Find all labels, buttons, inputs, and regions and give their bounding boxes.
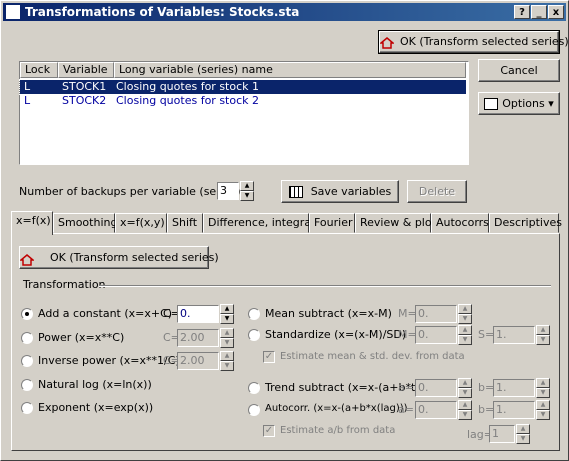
group-divider bbox=[99, 285, 551, 287]
radio-power[interactable] bbox=[21, 332, 33, 344]
ok-transform-panel-label: OK (Transform selected series) bbox=[50, 251, 219, 264]
param-s-label: S= bbox=[478, 328, 495, 341]
trend-b-input[interactable]: 1. bbox=[493, 379, 535, 397]
param-m-label: M= bbox=[398, 328, 417, 341]
tab-difference-integrate[interactable]: Difference, integrate bbox=[203, 213, 322, 233]
tab-x-f-x[interactable]: x=f(x) bbox=[11, 211, 53, 235]
radio-add-constant[interactable] bbox=[21, 308, 33, 320]
label-add-constant: Add a constant (x=x+C) bbox=[38, 307, 173, 320]
label-estimate-mean: Estimate mean & std. dev. from data bbox=[280, 351, 465, 362]
radio-natural-log[interactable] bbox=[21, 379, 33, 391]
ok-transform-panel-button[interactable]: OK (Transform selected series) bbox=[18, 246, 219, 269]
tab-smoothing[interactable]: Smoothing bbox=[53, 213, 117, 233]
row-name: Closing quotes for stock 1 bbox=[116, 80, 260, 93]
power-c-input[interactable]: 2.00 bbox=[177, 329, 219, 347]
ok-transform-label: OK (Transform selected series) bbox=[400, 35, 569, 48]
label-power: Power (x=x**C) bbox=[38, 331, 125, 344]
tab-fourier[interactable]: Fourier bbox=[309, 213, 355, 233]
house-icon bbox=[18, 252, 36, 266]
mean-m-input[interactable]: 0. bbox=[415, 305, 457, 323]
autocorr-b-input[interactable]: 1. bbox=[493, 401, 535, 419]
autocorr-a-spinner[interactable]: ▲ ▼ bbox=[458, 400, 472, 420]
tab-shift[interactable]: Shift bbox=[167, 213, 203, 233]
radio-autocorr[interactable] bbox=[248, 404, 260, 416]
trend-a-input[interactable]: 0. bbox=[415, 379, 457, 397]
row-variable: STOCK1 bbox=[62, 80, 107, 93]
label-inverse-power: Inverse power (x=x**1/C) bbox=[38, 354, 180, 367]
help-button[interactable]: ? bbox=[514, 5, 530, 19]
standardize-s-input[interactable]: 1. bbox=[493, 326, 535, 344]
autocorr-a-input[interactable]: 0. bbox=[415, 401, 457, 419]
window-title: Transformations of Variables: Stocks.sta bbox=[25, 5, 300, 19]
grid-icon bbox=[288, 186, 303, 198]
lag-spinner[interactable]: ▲ ▼ bbox=[516, 424, 530, 444]
power-c-spinner[interactable]: ▲ ▼ bbox=[220, 328, 234, 348]
constant-c-input[interactable]: 0. bbox=[177, 305, 219, 323]
inverse-power-c-spinner[interactable]: ▲ ▼ bbox=[220, 351, 234, 371]
save-variables-button[interactable]: Save variables bbox=[281, 180, 399, 203]
list-row[interactable]: L STOCK2 Closing quotes for stock 2 bbox=[20, 94, 466, 108]
label-exponent: Exponent (x=exp(x)) bbox=[38, 401, 154, 414]
title-bar[interactable]: Transformations of Variables: Stocks.sta… bbox=[3, 3, 566, 21]
transformation-group-label: Transformation bbox=[23, 278, 106, 291]
column-header-long-name[interactable]: Long variable (series) name bbox=[114, 62, 466, 78]
radio-standardize[interactable] bbox=[248, 329, 260, 341]
trend-b-spinner[interactable]: ▲ ▼ bbox=[536, 378, 550, 398]
constant-c-spinner[interactable]: ▲ ▼ bbox=[220, 304, 234, 324]
standardize-m-spinner[interactable]: ▲ ▼ bbox=[458, 325, 472, 345]
radio-mean-subtract[interactable] bbox=[248, 308, 260, 320]
column-header-variable[interactable]: Variable bbox=[58, 62, 114, 78]
param-a-label: a= bbox=[398, 381, 414, 394]
list-row[interactable]: L STOCK1 Closing quotes for stock 1 bbox=[19, 79, 467, 95]
radio-exponent[interactable] bbox=[21, 402, 33, 414]
param-b-label: b= bbox=[478, 403, 495, 416]
label-standardize: Standardize (x=(x-M)/SD) bbox=[265, 328, 407, 341]
tab-review-plot[interactable]: Review & plot bbox=[355, 213, 436, 233]
row-name: Closing quotes for stock 2 bbox=[116, 94, 260, 107]
radio-inverse-power[interactable] bbox=[21, 355, 33, 367]
checkbox-estimate-mean[interactable]: ✓ bbox=[263, 351, 275, 363]
tab-autocorrs[interactable]: Autocorrs bbox=[431, 213, 489, 233]
options-label: Options bbox=[502, 97, 545, 110]
label-estimate-ab: Estimate a/b from data bbox=[280, 425, 396, 436]
options-icon bbox=[484, 98, 499, 110]
param-b-label: b= bbox=[478, 381, 495, 394]
dialog-window: Transformations of Variables: Stocks.sta… bbox=[0, 0, 569, 461]
row-lock: L bbox=[24, 94, 31, 107]
backups-spinner[interactable]: ▲ ▼ bbox=[240, 181, 254, 201]
delete-button[interactable]: Delete bbox=[407, 180, 467, 203]
radio-trend-subtract[interactable] bbox=[248, 382, 260, 394]
label-autocorr: Autocorr. (x=x-(a+b*x(lag))) bbox=[265, 403, 408, 414]
ok-transform-button[interactable]: OK (Transform selected series) bbox=[378, 30, 569, 54]
tab-descriptives[interactable]: Descriptives bbox=[489, 213, 562, 233]
lag-input[interactable]: 1 bbox=[489, 425, 515, 443]
backups-input[interactable]: 3 bbox=[217, 182, 239, 200]
param-a-label: a= bbox=[398, 403, 414, 416]
app-icon bbox=[6, 5, 20, 19]
backups-label: Number of backups per variable (series): bbox=[19, 185, 245, 198]
row-variable: STOCK2 bbox=[62, 94, 107, 107]
cancel-button[interactable]: Cancel bbox=[478, 59, 560, 82]
house-icon bbox=[378, 36, 396, 49]
checkbox-estimate-ab[interactable]: ✓ bbox=[263, 425, 275, 437]
inverse-power-c-input[interactable]: 2.00 bbox=[177, 352, 219, 370]
standardize-m-input[interactable]: 0. bbox=[415, 326, 457, 344]
options-button[interactable]: Options ▾ bbox=[478, 92, 560, 115]
variables-list[interactable]: Lock Variable Long variable (series) nam… bbox=[19, 61, 469, 165]
standardize-s-spinner[interactable]: ▲ ▼ bbox=[536, 325, 550, 345]
minimize-button[interactable]: _ bbox=[531, 5, 547, 19]
tab-x-f-x-y[interactable]: x=f(x,y) bbox=[115, 213, 167, 233]
mean-m-spinner[interactable]: ▲ ▼ bbox=[458, 304, 472, 324]
label-natural-log: Natural log (x=ln(x)) bbox=[38, 378, 152, 391]
column-header-lock[interactable]: Lock bbox=[20, 62, 58, 78]
label-mean-subtract: Mean subtract (x=x-M) bbox=[265, 307, 392, 320]
close-button[interactable]: x bbox=[548, 5, 564, 19]
param-m-label: M= bbox=[398, 307, 417, 320]
trend-a-spinner[interactable]: ▲ ▼ bbox=[458, 378, 472, 398]
save-variables-label: Save variables bbox=[310, 185, 392, 198]
autocorr-b-spinner[interactable]: ▲ ▼ bbox=[536, 400, 550, 420]
row-lock: L bbox=[24, 80, 31, 93]
dropdown-arrow-icon: ▾ bbox=[548, 97, 554, 110]
